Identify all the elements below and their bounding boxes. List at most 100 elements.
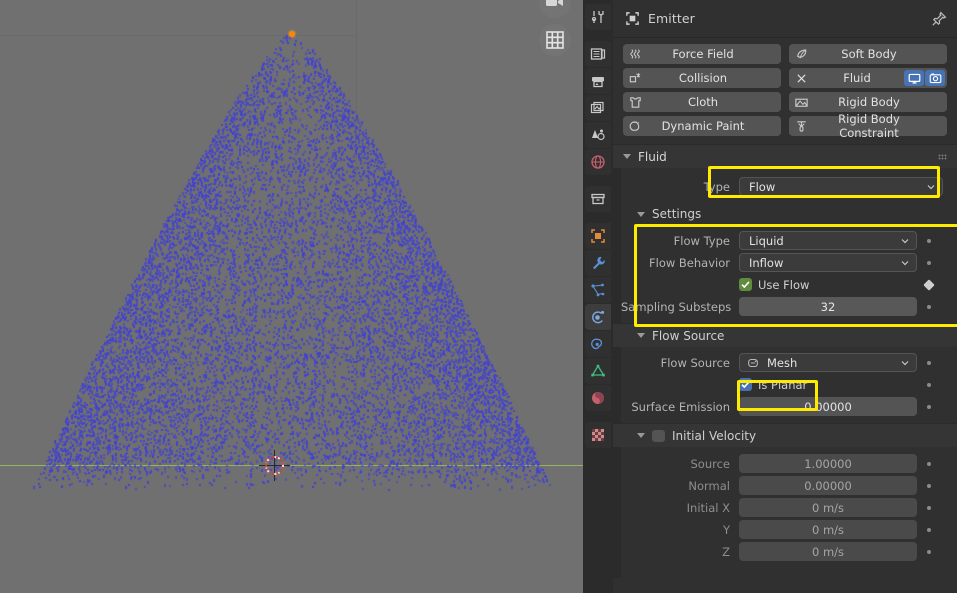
rigid-body-constraint-button[interactable]: Rigid Body Constraint: [789, 112, 947, 140]
surface-emission-decorator[interactable]: [921, 404, 937, 409]
iv-source-decorator[interactable]: [921, 461, 937, 466]
sidebar-item-material[interactable]: [585, 385, 611, 411]
flow-type-row: Flow Type Liquid: [621, 231, 943, 250]
iv-normal-field[interactable]: 0.00000: [739, 476, 917, 495]
iv-y-decorator[interactable]: [921, 527, 937, 532]
flow-source-row: Flow Source Mesh: [621, 353, 943, 372]
properties-editor: Emitter Force Field Soft Body Collision …: [613, 0, 957, 593]
sidebar-item-render[interactable]: [585, 41, 611, 67]
iv-normal-value: 0.00000: [804, 478, 852, 493]
cloth-button[interactable]: Cloth: [623, 92, 781, 112]
iv-y-row: Y 0 m/s: [621, 520, 943, 539]
sidebar-item-scene[interactable]: [585, 122, 611, 148]
dynamic-paint-button[interactable]: Dynamic Paint: [623, 116, 781, 136]
pin-icon[interactable]: [931, 11, 947, 27]
fluid-panel-title: Fluid: [638, 149, 667, 164]
flow-behavior-row: Flow Behavior Inflow: [621, 253, 943, 272]
images-icon: [590, 101, 604, 114]
iv-y-field[interactable]: 0 m/s: [739, 520, 917, 539]
panel-drag-grip[interactable]: [938, 154, 947, 160]
iv-z-field[interactable]: 0 m/s: [739, 542, 917, 561]
dynamic-paint-label: Dynamic Paint: [661, 119, 745, 133]
fluid-type-label: Type: [703, 179, 730, 194]
flow-type-dropdown[interactable]: Liquid: [739, 231, 917, 250]
fluid-type-dropdown[interactable]: Flow: [739, 177, 943, 196]
sidebar-item-particles[interactable]: [585, 277, 611, 303]
iv-initial-x-decorator[interactable]: [921, 505, 937, 510]
is-planar-decorator[interactable]: [921, 382, 937, 387]
iv-initial-x-value: 0 m/s: [811, 500, 845, 515]
fluid-viewport-toggle[interactable]: [904, 70, 924, 86]
chevron-down-icon: [901, 237, 909, 245]
surface-emission-label: Surface Emission: [631, 399, 730, 414]
surface-emission-field[interactable]: 0.00000: [739, 397, 917, 416]
rigid-body-button[interactable]: Rigid Body: [789, 92, 947, 112]
sidebar-item-collection[interactable]: [585, 186, 611, 212]
use-flow-decorator[interactable]: [921, 278, 937, 291]
cloth-label: Cloth: [687, 95, 719, 109]
sidebar-item-world[interactable]: [585, 149, 611, 175]
fluid-button[interactable]: Fluid: [789, 68, 947, 88]
grid-icon: [546, 31, 564, 49]
particle-point-cloud: [0, 0, 583, 593]
camera-icon: [546, 0, 563, 6]
iv-y-value: 0 m/s: [811, 522, 845, 537]
settings-panel-header[interactable]: Settings: [613, 202, 957, 226]
force-field-button[interactable]: Force Field: [623, 44, 781, 64]
check-icon: [741, 281, 750, 289]
fluid-render-toggle[interactable]: [925, 70, 945, 86]
iv-z-row: Z 0 m/s: [621, 542, 943, 561]
object-square-icon: [591, 229, 605, 243]
is-planar-row: Is Planar: [621, 375, 943, 394]
properties-tab-rail[interactable]: [583, 0, 613, 593]
soft-body-label: Soft Body: [841, 47, 897, 61]
physics-toggle-grid: Force Field Soft Body Collision Fluid Cl…: [613, 38, 957, 144]
sidebar-item-object-constraints[interactable]: [585, 331, 611, 357]
iv-normal-decorator[interactable]: [921, 483, 937, 488]
flow-source-panel-header[interactable]: Flow Source: [613, 323, 957, 347]
collection-box-icon: [591, 193, 605, 205]
3d-viewport[interactable]: [0, 0, 583, 593]
sidebar-item-modifiers[interactable]: [585, 250, 611, 276]
sidebar-item-object-data[interactable]: [585, 358, 611, 384]
sidebar-item-physics[interactable]: [585, 304, 611, 330]
iv-z-decorator[interactable]: [921, 549, 937, 554]
3d-cursor[interactable]: [259, 450, 290, 481]
mesh-data-icon: [591, 364, 605, 377]
properties-breadcrumb-header: Emitter: [613, 0, 957, 38]
grid-toggle-gizmo[interactable]: [539, 24, 571, 56]
sidebar-item-output[interactable]: [585, 68, 611, 94]
sidebar-item-object[interactable]: [585, 223, 611, 249]
iv-initial-x-field[interactable]: 0 m/s: [739, 498, 917, 517]
flow-source-decorator[interactable]: [921, 360, 937, 365]
use-flow-checkbox[interactable]: [739, 278, 752, 291]
soft-body-button[interactable]: Soft Body: [789, 44, 947, 64]
iv-source-field[interactable]: 1.00000: [739, 454, 917, 473]
flow-behavior-decorator[interactable]: [921, 260, 937, 265]
initial-velocity-panel-header[interactable]: Initial Velocity: [613, 423, 957, 447]
monitor-icon: [908, 73, 920, 84]
initial-velocity-checkbox[interactable]: [652, 429, 665, 442]
flow-behavior-dropdown[interactable]: Inflow: [739, 253, 917, 272]
particles-icon: [591, 283, 605, 297]
sidebar-item-texture[interactable]: [585, 422, 611, 448]
rigid-body-icon: [789, 95, 813, 110]
flow-source-panel-body: Flow Source Mesh Is Planar Surface Emiss…: [613, 347, 957, 423]
sampling-substeps-field[interactable]: 32: [739, 297, 917, 316]
rail-gap-2: [585, 176, 611, 185]
flow-type-decorator[interactable]: [921, 238, 937, 243]
rail-gap-4: [585, 412, 611, 421]
flow-source-dropdown[interactable]: Mesh: [739, 353, 917, 372]
check-icon: [741, 381, 750, 389]
sidebar-item-tool[interactable]: [585, 4, 611, 30]
is-planar-checkbox[interactable]: [739, 378, 752, 391]
flow-type-value: Liquid: [749, 233, 784, 248]
sidebar-item-view-layer[interactable]: [585, 95, 611, 121]
camera-icon: [929, 72, 941, 83]
collision-button[interactable]: Collision: [623, 68, 781, 88]
sampling-substeps-decorator[interactable]: [921, 304, 937, 309]
fluid-panel-header[interactable]: Fluid: [613, 144, 957, 168]
settings-panel-title: Settings: [652, 207, 702, 221]
collision-icon: [623, 71, 647, 86]
cloth-icon: [623, 95, 647, 110]
